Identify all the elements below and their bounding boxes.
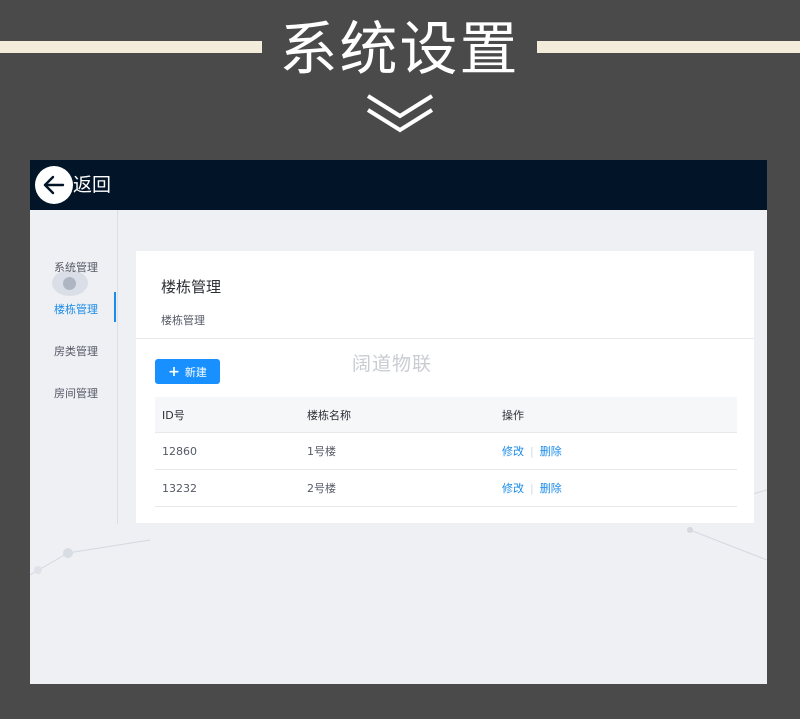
new-button[interactable]: + 新建	[155, 359, 220, 384]
edit-link[interactable]: 修改	[502, 443, 524, 459]
cell-actions: 修改 | 删除	[502, 433, 562, 469]
banner-line-right	[537, 41, 800, 53]
sidebar: 系统管理 楼栋管理 房类管理 房间管理	[30, 210, 118, 524]
column-header-id: ID号	[162, 408, 185, 422]
app-header: 返回	[30, 160, 767, 210]
banner-line-left	[0, 41, 262, 53]
content-card: 楼栋管理 楼栋管理 阔道物联 + 新建 ID号 楼栋名称 操作 12860 1号…	[136, 251, 754, 523]
cell-id: 12860	[162, 444, 197, 458]
column-header-name: 楼栋名称	[307, 408, 351, 422]
cell-name: 1号楼	[307, 445, 336, 458]
delete-link[interactable]: 删除	[540, 443, 562, 459]
buildings-table: ID号 楼栋名称 操作 12860 1号楼 修改 | 删除 13232 2号楼 …	[155, 397, 737, 507]
sidebar-item-system[interactable]: 系统管理	[54, 259, 98, 275]
watermark-text: 阔道物联	[352, 353, 433, 375]
page-title: 楼栋管理	[161, 278, 222, 296]
table-row: 13232 2号楼 修改 | 删除	[155, 470, 737, 507]
breadcrumb: 楼栋管理	[161, 314, 205, 327]
table-header: ID号 楼栋名称 操作	[155, 397, 737, 433]
sidebar-item-rooms[interactable]: 房间管理	[54, 385, 98, 401]
column-header-actions: 操作	[502, 408, 524, 422]
delete-link[interactable]: 删除	[540, 480, 562, 496]
table-row: 12860 1号楼 修改 | 删除	[155, 433, 737, 470]
plus-icon: +	[168, 363, 180, 380]
cell-actions: 修改 | 删除	[502, 470, 562, 506]
sidebar-item-buildings[interactable]: 楼栋管理	[54, 301, 98, 317]
back-label[interactable]: 返回	[73, 172, 111, 198]
app-window: 返回 系统管理 楼栋管理 房类管理 房间管理 楼栋管理 楼栋管理 阔道物联 + …	[30, 160, 767, 684]
banner-title: 系统设置	[279, 15, 520, 83]
double-chevron-down-icon	[366, 94, 434, 133]
edit-link[interactable]: 修改	[502, 480, 524, 496]
cell-id: 13232	[162, 481, 197, 495]
back-button[interactable]	[35, 166, 73, 204]
action-divider: |	[530, 481, 534, 495]
click-ripple-dot	[63, 277, 76, 290]
card-header: 楼栋管理 楼栋管理	[136, 251, 754, 339]
action-divider: |	[530, 444, 534, 458]
sidebar-item-room-types[interactable]: 房类管理	[54, 343, 98, 359]
sidebar-active-indicator	[114, 292, 116, 322]
new-button-label: 新建	[184, 365, 207, 379]
cell-name: 2号楼	[307, 482, 336, 495]
arrow-left-icon	[43, 175, 65, 195]
